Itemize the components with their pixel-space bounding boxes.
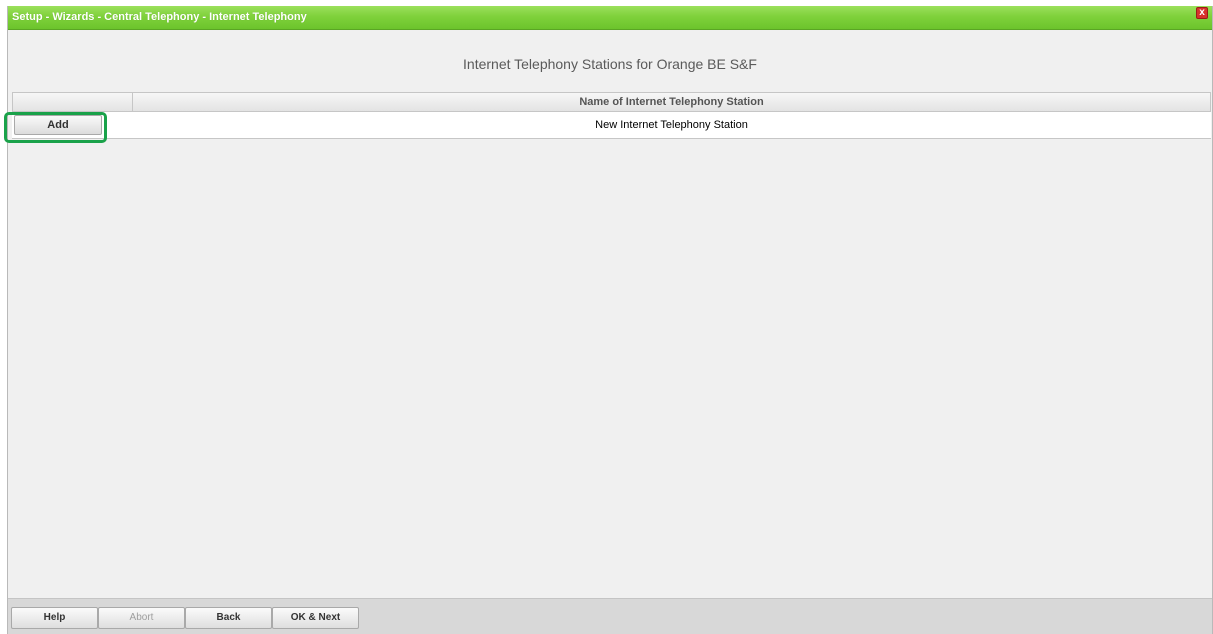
help-button[interactable]: Help [11,607,98,629]
page-heading: Internet Telephony Stations for Orange B… [463,56,757,72]
table-header: Name of Internet Telephony Station [12,92,1211,112]
abort-button[interactable]: Abort [98,607,185,629]
close-icon[interactable]: x [1196,7,1208,19]
table-row: Add New Internet Telephony Station [12,112,1211,139]
back-button[interactable]: Back [185,607,272,629]
footer-buttons: Help Abort Back OK & Next [11,607,359,629]
window-title: Setup - Wizards - Central Telephony - In… [12,11,307,23]
station-name-cell: New Internet Telephony Station [595,119,748,131]
wizard-window: Setup - Wizards - Central Telephony - In… [7,6,1213,634]
row-action-cell: Add [12,112,132,138]
title-bar: Setup - Wizards - Central Telephony - In… [8,6,1212,30]
add-button[interactable]: Add [14,115,102,135]
footer-toolbar: Help Abort Back OK & Next [8,598,1212,634]
ok-next-button[interactable]: OK & Next [272,607,359,629]
stations-table: Name of Internet Telephony Station Add N… [12,92,1211,139]
header-cell-action [13,93,133,111]
header-cell-station-name: Name of Internet Telephony Station [579,96,764,108]
